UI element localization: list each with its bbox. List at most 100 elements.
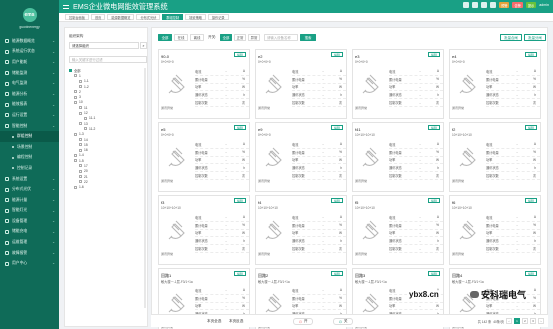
sidebar-item[interactable]: 能效报表 ⌄: [0, 100, 59, 111]
sidebar-item[interactable]: 故障报警 ⌄: [0, 248, 59, 259]
sidebar-item[interactable]: 储能监测 ⌄: [0, 68, 59, 79]
checkbox[interactable]: [84, 116, 87, 120]
tree-scrollbar[interactable]: [144, 68, 146, 308]
checkbox[interactable]: [79, 143, 82, 147]
sidebar-item[interactable]: 智能灯光 ⌄: [0, 206, 59, 217]
switch-all-button[interactable]: 全部: [220, 34, 232, 41]
filter-online-button[interactable]: 在线: [174, 34, 188, 41]
page-size-select[interactable]: 40条/页: [493, 319, 504, 324]
edit-button[interactable]: 编辑: [331, 125, 343, 130]
edit-button[interactable]: 编辑: [331, 52, 343, 57]
edit-button[interactable]: 编辑: [525, 125, 537, 130]
select-all-button[interactable]: 本页全选: [207, 318, 221, 325]
edit-button[interactable]: 编辑: [331, 271, 343, 276]
checkbox[interactable]: [79, 175, 82, 179]
checkbox[interactable]: [74, 95, 77, 99]
checkbox[interactable]: [74, 90, 77, 94]
menu-icon[interactable]: [63, 4, 69, 9]
sidebar-item[interactable]: 用户中心 ⌄: [0, 258, 59, 269]
checkbox[interactable]: [79, 138, 82, 141]
sound-icon[interactable]: [481, 2, 488, 8]
sidebar-item[interactable]: 能源数据概览 ⌄: [0, 36, 59, 47]
account-name[interactable]: admin: [539, 3, 549, 7]
edit-button[interactable]: 编辑: [331, 198, 343, 203]
checkbox[interactable]: [74, 132, 77, 136]
filter-offline-button[interactable]: 离线: [190, 34, 204, 41]
sidebar-item[interactable]: 能源分析 ⌄: [0, 89, 59, 100]
tab-item[interactable]: 分布式光伏: [136, 14, 161, 20]
checkbox[interactable]: [84, 127, 87, 131]
checkbox[interactable]: [79, 106, 82, 110]
sidebar-item[interactable]: 用户能耗 ⌄: [0, 57, 59, 68]
sidebar-subitem[interactable]: 控制记录: [0, 163, 59, 174]
edit-button[interactable]: 编辑: [234, 271, 246, 276]
checkbox[interactable]: [79, 169, 82, 173]
sidebar-subitem[interactable]: 场景控制: [0, 142, 59, 153]
edit-button[interactable]: 编辑: [428, 52, 440, 57]
switch-abnormal-button[interactable]: 异常: [248, 34, 260, 41]
checkbox[interactable]: [74, 100, 77, 104]
edit-button[interactable]: 编辑: [525, 271, 537, 276]
search-button[interactable]: 搜索: [300, 34, 316, 41]
sidebar-item[interactable]: 运行设置 ⌄: [0, 110, 59, 121]
checkbox[interactable]: [79, 122, 82, 126]
sidebar-item[interactable]: 设备管理 ⌄: [0, 216, 59, 227]
tab-item[interactable]: 能源数据概览: [107, 14, 135, 20]
tree-node[interactable]: 1-6: [69, 185, 143, 190]
sidebar-item[interactable]: 电气监测 ⌄: [0, 78, 59, 89]
checkbox[interactable]: [74, 153, 77, 157]
edit-button[interactable]: 编辑: [428, 198, 440, 203]
search-icon[interactable]: [463, 2, 470, 8]
invert-select-button[interactable]: 本页反选: [229, 318, 243, 325]
sidebar-item[interactable]: 系统设置 ⌄: [0, 174, 59, 185]
search-icon[interactable]: ⌕: [140, 42, 147, 49]
close-button[interactable]: ⏻ 关: [333, 318, 354, 325]
filter-all-button[interactable]: 全部: [158, 34, 172, 41]
theme-icon[interactable]: [490, 2, 497, 8]
next-page-button[interactable]: ›: [538, 318, 544, 324]
sidebar-item[interactable]: 智能控制 ⌄: [0, 121, 59, 132]
edit-button[interactable]: 编辑: [234, 198, 246, 203]
sidebar-item[interactable]: 储能充电 ⌄: [0, 227, 59, 238]
warning-badge[interactable]: 预警: [499, 2, 510, 8]
checkbox[interactable]: [79, 79, 82, 83]
switch-normal-button[interactable]: 正常: [234, 34, 246, 41]
page-1-button[interactable]: 1: [514, 318, 520, 324]
edit-button[interactable]: 编辑: [525, 52, 537, 57]
checkbox[interactable]: [79, 180, 82, 184]
page-2-button[interactable]: 2: [522, 318, 528, 324]
checkbox[interactable]: [79, 85, 82, 89]
org-select[interactable]: 请选择组织: [69, 42, 139, 49]
device-search-input[interactable]: 请输入设备名称: [264, 34, 298, 41]
edit-button[interactable]: 编辑: [525, 198, 537, 203]
edit-button[interactable]: 编辑: [234, 52, 246, 57]
checkbox[interactable]: [79, 148, 82, 152]
checkbox[interactable]: [74, 185, 77, 189]
alarm-badge[interactable]: 告警: [512, 2, 523, 8]
sidebar-item[interactable]: 分布式光伏 ⌄: [0, 184, 59, 195]
batch-off-button[interactable]: 批量分闸: [524, 34, 546, 41]
checkbox[interactable]: [74, 74, 77, 78]
page-3-button[interactable]: 3: [530, 318, 536, 324]
checkbox[interactable]: [79, 164, 82, 168]
tab-item[interactable]: 操作记录: [207, 14, 229, 20]
sidebar-item[interactable]: 运维管理 ⌄: [0, 237, 59, 248]
tab-item[interactable]: 首页: [90, 14, 106, 20]
checkbox[interactable]: [79, 111, 82, 115]
tab-item[interactable]: 场景策略: [185, 14, 206, 20]
prev-page-button[interactable]: ‹: [506, 318, 512, 324]
edit-button[interactable]: 编辑: [234, 125, 246, 130]
edit-button[interactable]: 编辑: [428, 125, 440, 130]
sidebar-subitem[interactable]: 群组控制: [0, 131, 59, 142]
tab-item[interactable]: 群组控制: [162, 14, 184, 20]
edit-button[interactable]: 编辑: [428, 271, 440, 276]
sidebar-item[interactable]: 能源计量 ⌄: [0, 195, 59, 206]
batch-on-button[interactable]: 批量合闸: [500, 34, 522, 41]
sidebar-item[interactable]: 系统运行状态 ⌄: [0, 47, 59, 58]
tree-filter-input[interactable]: 输入关键字进行过滤: [69, 56, 147, 63]
tab-item[interactable]: 控制台面板: [65, 14, 89, 20]
checkbox[interactable]: [69, 69, 72, 73]
fullscreen-icon[interactable]: [472, 2, 479, 8]
checkbox[interactable]: [74, 159, 77, 163]
sidebar-subitem[interactable]: 编程控制: [0, 153, 59, 164]
